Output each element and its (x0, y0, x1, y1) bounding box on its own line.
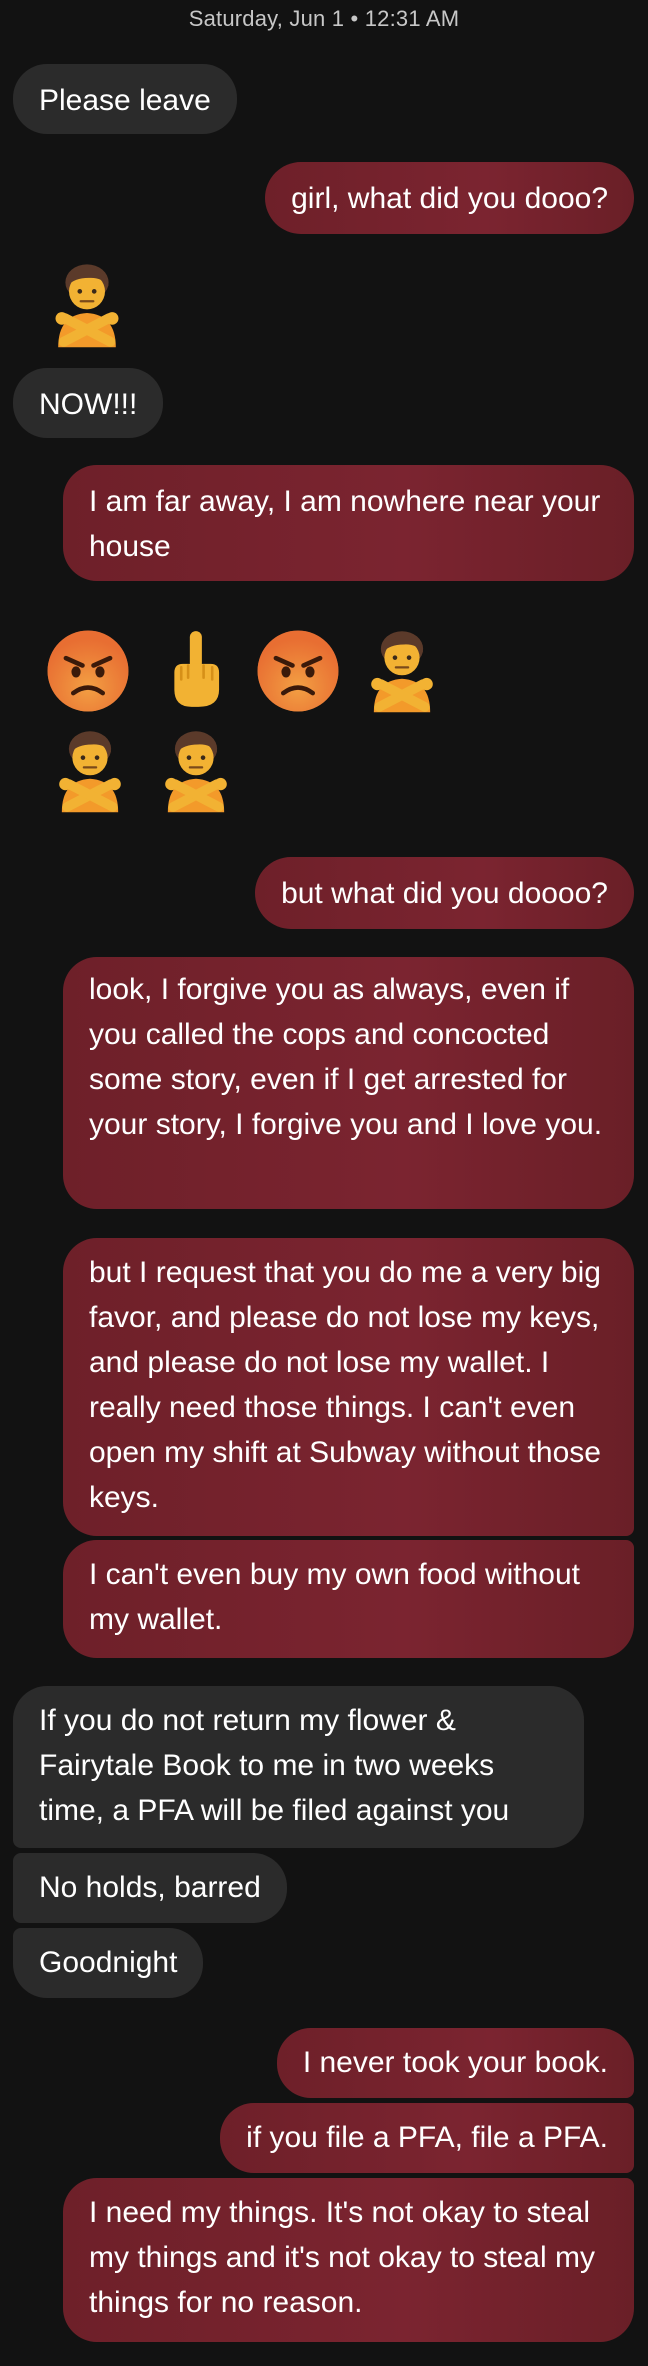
incoming-message[interactable]: Please leave (13, 64, 237, 134)
middle-finger-icon[interactable] (152, 622, 238, 716)
person-gesturing-no-icon[interactable] (42, 256, 132, 352)
outgoing-message[interactable]: I never took your book. (276, 2028, 634, 2098)
outgoing-message[interactable]: I am far away, I am nowhere near your ho… (63, 465, 634, 581)
incoming-message[interactable]: NOW!!! (13, 368, 164, 438)
outgoing-message[interactable]: but I request that you do me a very big … (63, 1238, 634, 1536)
outgoing-message[interactable]: look, I forgive you as always, even if y… (63, 957, 634, 1209)
incoming-message[interactable]: Goodnight (13, 1928, 204, 1998)
angry-face-icon[interactable] (252, 625, 344, 717)
person-gesturing-no-icon[interactable] (152, 722, 240, 818)
outgoing-message[interactable]: I can't even buy my own food without my … (63, 1540, 634, 1658)
person-gesturing-no-icon[interactable] (46, 722, 134, 818)
incoming-message[interactable]: No holds, barred (13, 1853, 287, 1923)
incoming-message[interactable]: If you do not return my flower & Fairyta… (13, 1686, 584, 1848)
outgoing-message[interactable]: but what did you doooo? (255, 857, 634, 929)
outgoing-message[interactable]: if you file a PFA, file a PFA. (220, 2103, 634, 2173)
person-gesturing-no-icon[interactable] (358, 622, 446, 718)
angry-face-icon[interactable] (42, 625, 134, 717)
outgoing-message[interactable]: girl, what did you dooo? (265, 162, 634, 234)
outgoing-message[interactable]: I need my things. It's not okay to steal… (63, 2178, 634, 2342)
conversation-timestamp: Saturday, Jun 1 • 12:31 AM (188, 6, 460, 31)
